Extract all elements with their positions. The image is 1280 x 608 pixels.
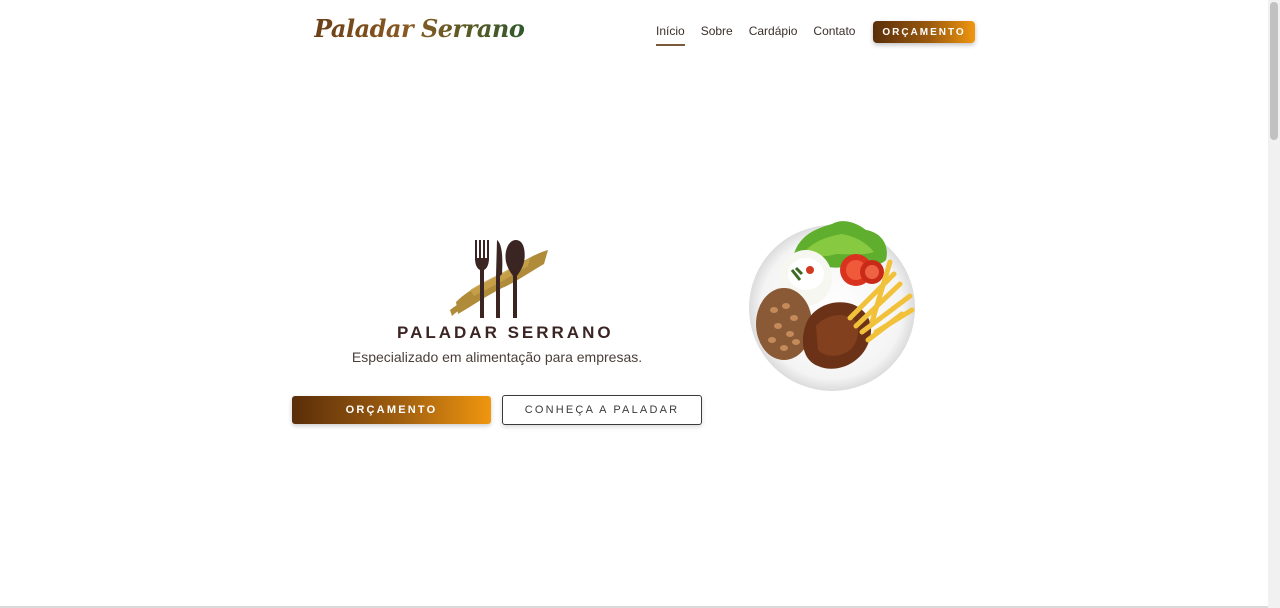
nav-link-cardapio[interactable]: Cardápio xyxy=(749,21,798,41)
nav-link-inicio[interactable]: Início xyxy=(656,21,685,46)
header-quote-button[interactable]: ORÇAMENTO xyxy=(873,21,975,43)
hero-tagline: Especializado em alimentação para empres… xyxy=(351,349,643,365)
brand-name: PALADAR SERRANO xyxy=(397,323,614,342)
hero-quote-button[interactable]: ORÇAMENTO xyxy=(292,396,491,424)
vertical-scrollbar[interactable] xyxy=(1268,0,1280,608)
page: Paladar Serrano Início Sobre Cardápio Co… xyxy=(0,0,1268,608)
learn-more-button[interactable]: CONHEÇA A PALADAR xyxy=(502,395,702,425)
main-nav: Início Sobre Cardápio Contato xyxy=(656,21,871,46)
nav-link-sobre[interactable]: Sobre xyxy=(701,21,733,41)
nav-link-contato[interactable]: Contato xyxy=(813,21,855,41)
fork-knife-spoon-logo-icon xyxy=(450,240,548,318)
plate-of-food-image xyxy=(749,221,915,391)
site-logo[interactable]: Paladar Serrano xyxy=(314,14,525,43)
scrollbar-thumb[interactable] xyxy=(1270,2,1278,140)
